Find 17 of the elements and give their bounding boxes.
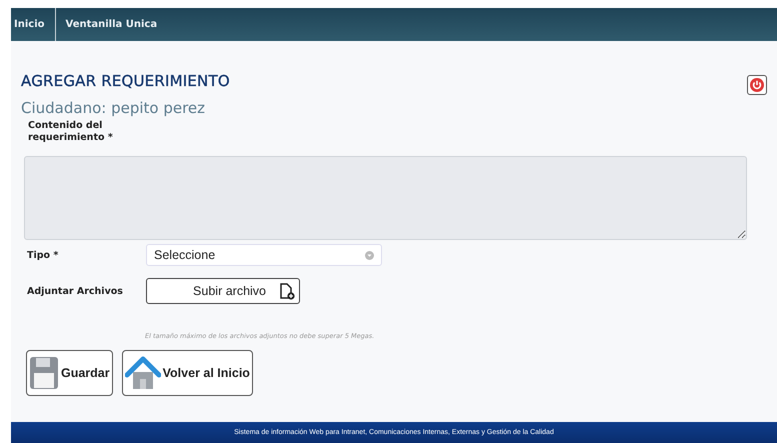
type-select[interactable]: Seleccione xyxy=(146,244,382,266)
nav-link[interactable]: Ventanilla Unica xyxy=(54,8,168,41)
power-icon xyxy=(750,78,764,92)
content-field[interactable] xyxy=(24,156,747,240)
field-label: Tipo * xyxy=(26,250,60,260)
save-button[interactable]: Guardar xyxy=(26,350,113,396)
logout-button[interactable] xyxy=(747,75,767,95)
citizen-name: Ciudadano: pepito perez xyxy=(21,99,206,117)
upload-button[interactable]: Subir archivo xyxy=(146,278,300,304)
house-icon xyxy=(124,356,161,390)
field-label: Contenido del requerimiento * xyxy=(28,120,114,144)
file-add-icon xyxy=(280,282,295,300)
field-label: Adjuntar Archivos xyxy=(26,286,124,296)
home-button[interactable]: Volver al Inicio xyxy=(122,350,253,396)
page-title: AGREGAR REQUERIMIENTO xyxy=(21,72,230,90)
dropdown-icon xyxy=(365,250,374,260)
nav-link[interactable]: Inicio xyxy=(11,8,54,41)
